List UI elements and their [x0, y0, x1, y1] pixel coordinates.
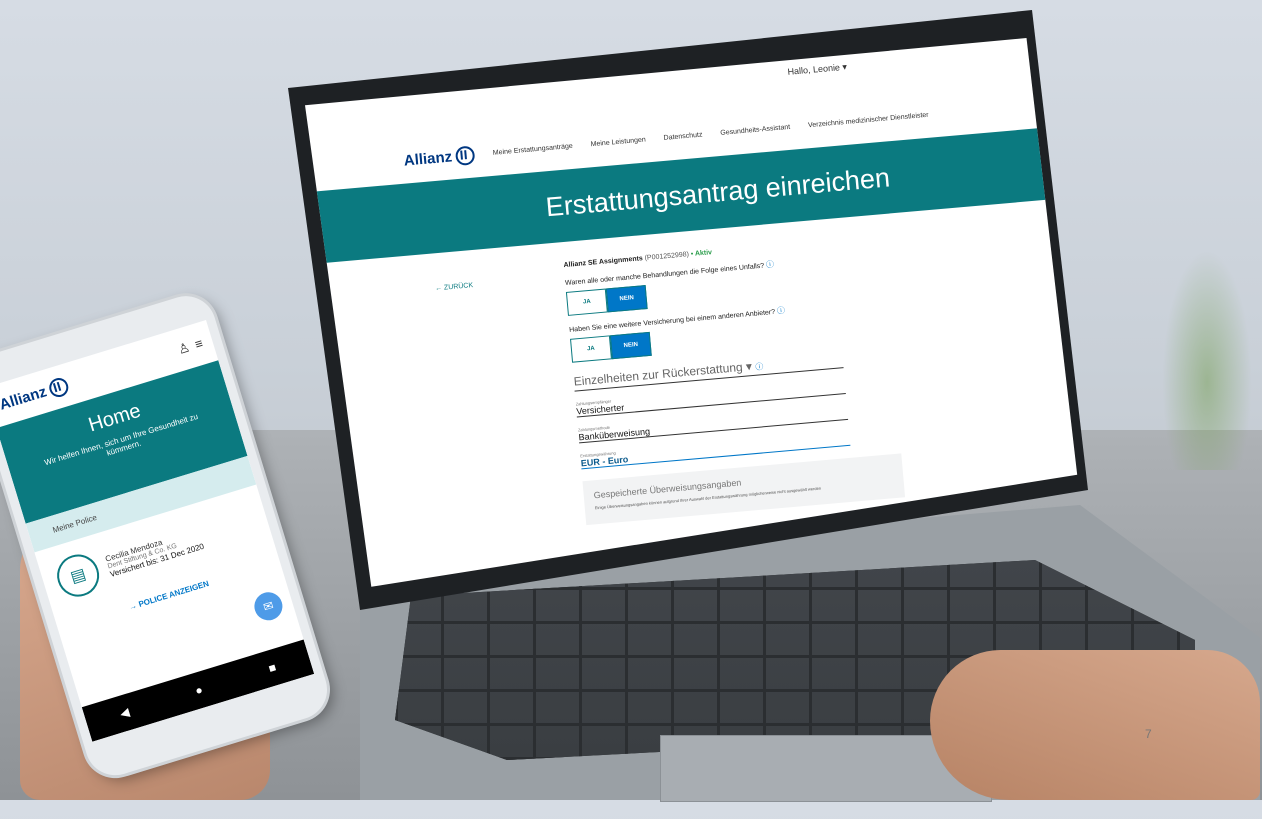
back-icon[interactable]: ◀ [118, 705, 131, 721]
assignment-name: Allianz SE Assignments [563, 255, 644, 270]
phone: Allianz ♙ ≡ Home Wir helfen Ihnen, sich … [0, 281, 367, 818]
allianz-logo[interactable]: Allianz [403, 144, 476, 170]
status-badge: • Aktiv [690, 249, 713, 258]
nav-item-provider-directory[interactable]: Verzeichnis medizinischer Dienstleister [808, 111, 929, 129]
greeting-text: Hallo, Leonie [787, 62, 841, 77]
info-icon[interactable]: ⓘ [777, 306, 786, 316]
chevron-down-icon: ▾ [841, 61, 848, 73]
other-insurance-yes-button[interactable]: JA [570, 335, 612, 363]
chat-icon[interactable]: ✉ [250, 588, 286, 624]
claim-form: Allianz SE Assignments (P001252998) • Ak… [563, 235, 906, 526]
allianz-eagle-icon [47, 375, 71, 399]
back-link[interactable]: ← ZURÜCK [435, 282, 474, 292]
menu-icon[interactable]: ≡ [193, 335, 205, 353]
nav-item-claims[interactable]: Meine Erstattungsanträge [493, 142, 573, 156]
accident-no-button[interactable]: NEIN [605, 285, 648, 313]
recents-icon[interactable]: ■ [267, 660, 278, 676]
details-title-text: Einzelheiten zur Rückerstattung [573, 359, 744, 389]
allianz-eagle-icon [455, 144, 476, 166]
page-number: 7 [1145, 727, 1152, 741]
phone-brand-text: Allianz [0, 382, 49, 414]
other-insurance-no-button[interactable]: NEIN [609, 331, 652, 360]
document-icon: ▤ [51, 549, 105, 602]
phone-header-icons: ♙ ≡ [176, 335, 205, 358]
accident-yes-button[interactable]: JA [565, 288, 608, 316]
user-icon[interactable]: ♙ [176, 339, 192, 358]
nav-item-health-assistant[interactable]: Gesundheits-Assistant [720, 123, 790, 136]
nav-item-privacy[interactable]: Datenschutz [663, 131, 702, 141]
home-icon[interactable]: ● [193, 683, 204, 699]
user-greeting[interactable]: Hallo, Leonie ▾ [787, 62, 847, 78]
right-hand [930, 650, 1260, 800]
policy-number: (P001252998) [644, 251, 690, 262]
info-icon[interactable]: ⓘ [755, 362, 764, 372]
brand-text: Allianz [403, 147, 453, 170]
nav-item-benefits[interactable]: Meine Leistungen [590, 136, 646, 148]
chevron-down-icon[interactable]: ▾ [745, 359, 752, 373]
info-icon[interactable]: ⓘ [766, 260, 775, 270]
plant-background [1162, 250, 1252, 470]
phone-screen: Allianz ♙ ≡ Home Wir helfen Ihnen, sich … [0, 320, 315, 742]
policy-card-text: Cecilia Mendoza Dent Stiftung & Co. KG V… [104, 526, 205, 578]
